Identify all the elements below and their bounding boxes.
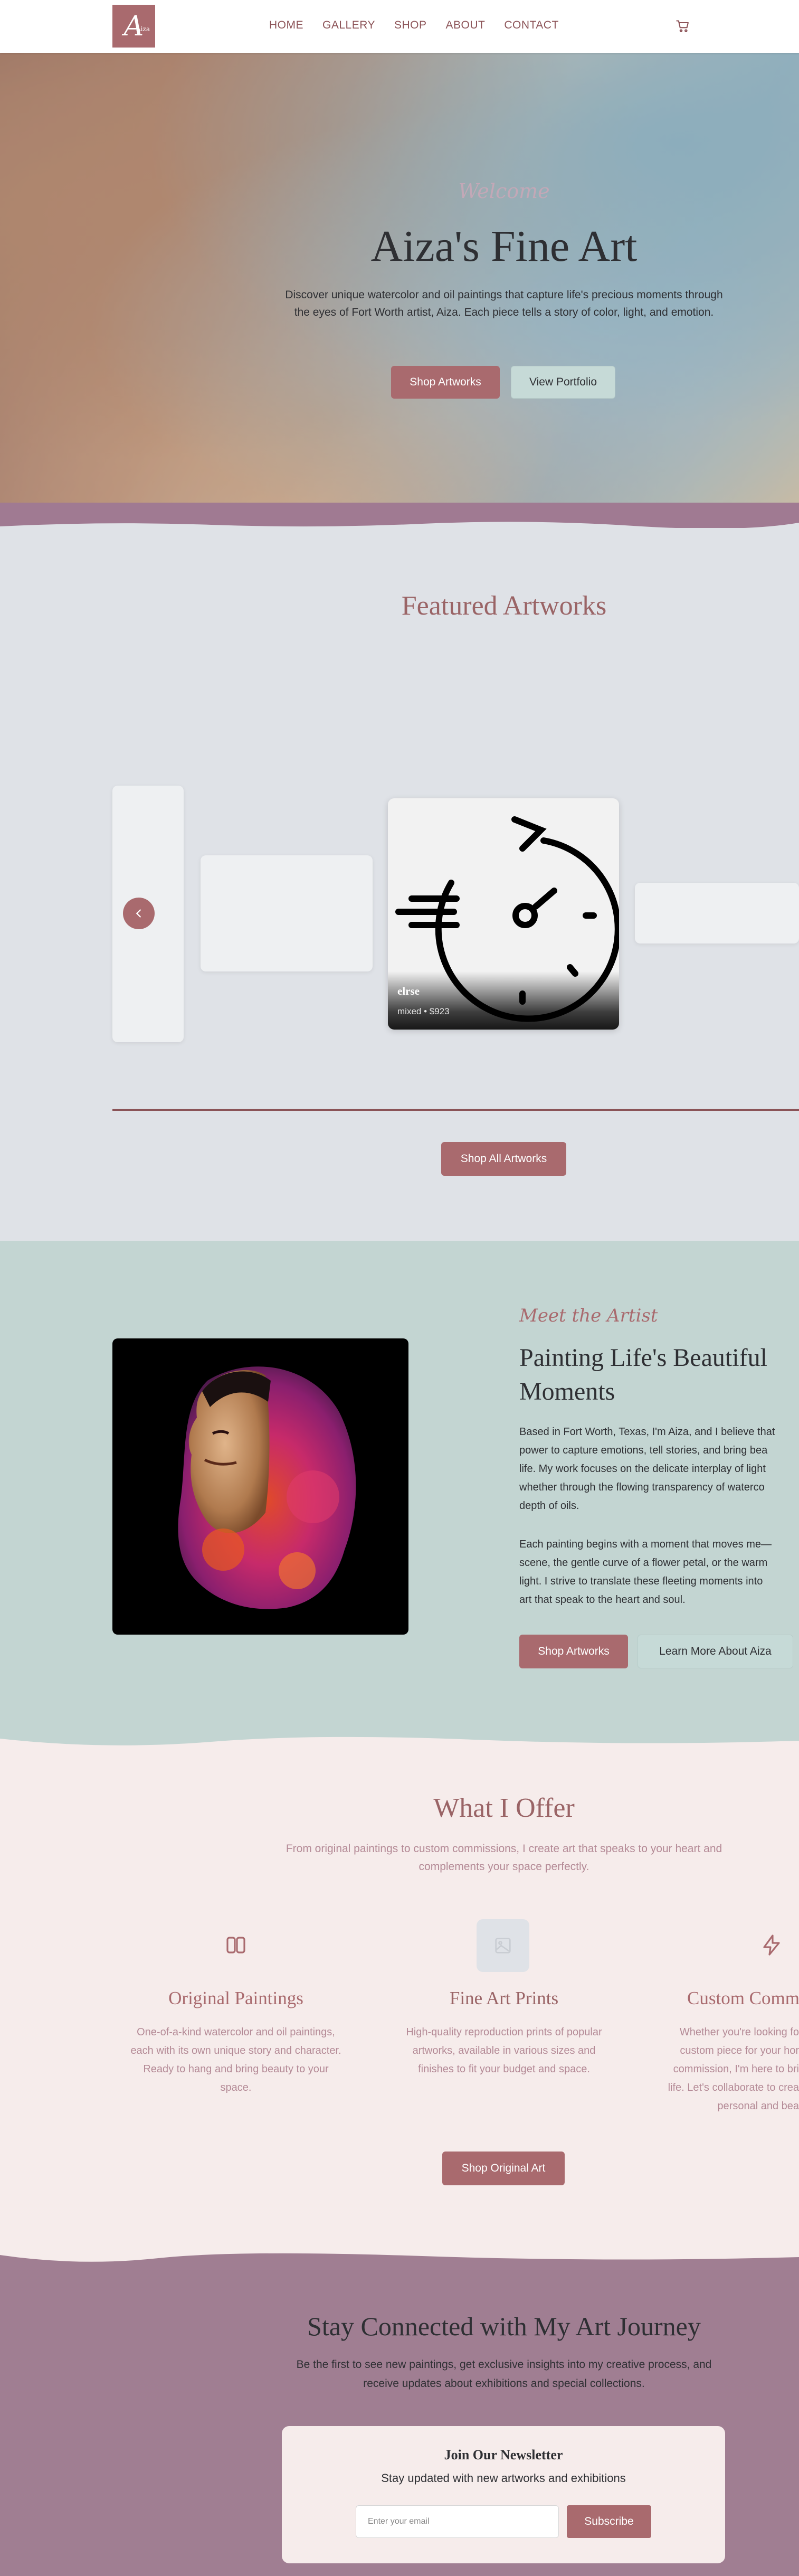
nav-link-gallery[interactable]: GALLERY [322,19,375,32]
hero-welcome: Welcome [458,180,550,203]
logo-sub: Aiza [136,25,150,33]
artwork-meta: mixed • $923 [397,1006,450,1016]
learn-more-button[interactable]: Learn More About Aiza [638,1635,793,1668]
carousel-prev-button[interactable] [123,898,155,929]
text-line: scene, the gentle curve of a flower peta… [519,1557,768,1569]
text-line: artworks, available in various sizes and [412,2045,596,2056]
artwork-title: elrse [397,985,420,997]
artwork-card[interactable] [635,883,799,943]
cart-icon[interactable] [676,19,690,34]
text-line: Whether you're looking fo [679,2026,799,2038]
card-overlay [388,971,619,1030]
service-description: High-quality reproduction prints of popu… [388,2023,620,2079]
text-line: finishes to fit your budget and space. [418,2063,590,2075]
wave-divider [0,503,799,529]
portrait-illustration [178,1366,356,1609]
services-section: What I Offer From original paintings to … [0,1734,799,2252]
top-nav: A Aiza HOME GALLERY SHOP ABOUT CONTACT [0,0,799,53]
text-line: each with its own unique story and chara… [130,2045,341,2056]
hero-section: Welcome Aiza's Fine Art Discover unique … [0,53,799,504]
newsletter-title: Stay Connected with My Art Journey [307,2311,701,2341]
artist-portrait [112,1338,408,1635]
text-line: commission, I'm here to bri [673,2063,799,2075]
wave-shape [0,1734,799,1745]
meet-paragraph-2: Each painting begins with a moment that … [519,1535,799,1609]
meet-artist-section: Meet the Artist Painting Life's Beautifu… [0,1241,799,1734]
wave-shape [0,2252,799,2262]
shop-artworks-button[interactable]: Shop Artworks [391,366,500,399]
hero-title: Aiza's Fine Art [370,222,638,271]
meet-shop-artworks-button[interactable]: Shop Artworks [519,1635,628,1668]
service-description: One-of-a-kind watercolor and oil paintin… [120,2023,352,2097]
site-logo[interactable]: A Aiza [112,5,155,48]
meet-paragraph-1: Based in Fort Worth, Texas, I'm Aiza, an… [519,1423,799,1515]
text-line: depth of oils. [519,1500,579,1512]
newsletter-subtitle: Be the first to see new paintings, get e… [296,2358,712,2390]
nav-link-about[interactable]: ABOUT [446,19,486,32]
artwork-card-featured[interactable]: elrse mixed • $923 [388,798,619,1030]
text-line: personal and bea [717,2100,799,2112]
text-line: custom piece for your hor [680,2045,799,2056]
nav-link-shop[interactable]: SHOP [394,19,427,32]
nav-link-home[interactable]: HOME [269,19,303,32]
service-title: Custom Comm [687,1988,799,2008]
text-line: whether through the flowing transparency… [519,1482,765,1493]
featured-title: Featured Artworks [401,591,607,621]
text-line: art that speak to the heart and soul. [519,1594,686,1606]
text-line: Based in Fort Worth, Texas, I'm Aiza, an… [519,1426,775,1438]
featured-section: Featured Artworks elrse mixed • $923 Sho… [0,528,799,1241]
email-input[interactable]: Enter your email [356,2505,559,2538]
text-line: One-of-a-kind watercolor and oil paintin… [137,2026,335,2038]
service-description: Whether you're looking fo custom piece f… [646,2023,799,2116]
artwork-card[interactable] [201,855,373,971]
hero-description: Discover unique watercolor and oil paint… [285,289,723,318]
newsletter-card-title: Join Our Newsletter [444,2447,563,2462]
text-line: High-quality reproduction prints of popu… [406,2026,602,2038]
text-line: Ready to hang and bring beauty to your [143,2063,329,2075]
text-line: space. [220,2082,252,2093]
service-title: Original Paintings [168,1988,303,2008]
nav-links: HOME GALLERY SHOP ABOUT CONTACT [269,19,559,32]
newsletter-card-subtitle: Stay updated with new artworks and exhib… [381,2471,626,2485]
text-line: Each painting begins with a moment that … [519,1539,772,1550]
service-title: Fine Art Prints [449,1988,559,2008]
service-icon-tile [477,1919,529,1972]
view-portfolio-button[interactable]: View Portfolio [511,366,615,399]
shop-all-artworks-button[interactable]: Shop All Artworks [441,1142,566,1176]
subscribe-button[interactable]: Subscribe [567,2505,651,2538]
zap-icon [763,1935,780,1956]
meet-kicker: Meet the Artist [519,1305,658,1326]
text-line: life. Let's collaborate to crea [668,2082,799,2093]
nav-link-contact[interactable]: CONTACT [504,19,558,32]
text-line: light. I strive to translate these fleet… [519,1575,763,1587]
offer-title: What I Offer [433,1793,575,1823]
text-line: power to capture emotions, tell stories,… [519,1445,768,1456]
book-open-icon [226,1937,245,1954]
image-icon [495,1938,511,1954]
newsletter-card: Join Our Newsletter Stay updated with ne… [282,2426,725,2563]
wave-shape [0,522,799,529]
shop-original-art-button[interactable]: Shop Original Art [442,2152,565,2185]
meet-title: Painting Life's Beautiful Moments [519,1344,767,1405]
carousel-track-line [112,1109,799,1111]
text-line: life. My work focuses on the delicate in… [519,1463,766,1475]
newsletter-section: Stay Connected with My Art Journey Be th… [0,2252,799,2576]
offer-subtitle: From original paintings to custom commis… [286,1843,722,1873]
chevron-left-icon [136,909,141,918]
